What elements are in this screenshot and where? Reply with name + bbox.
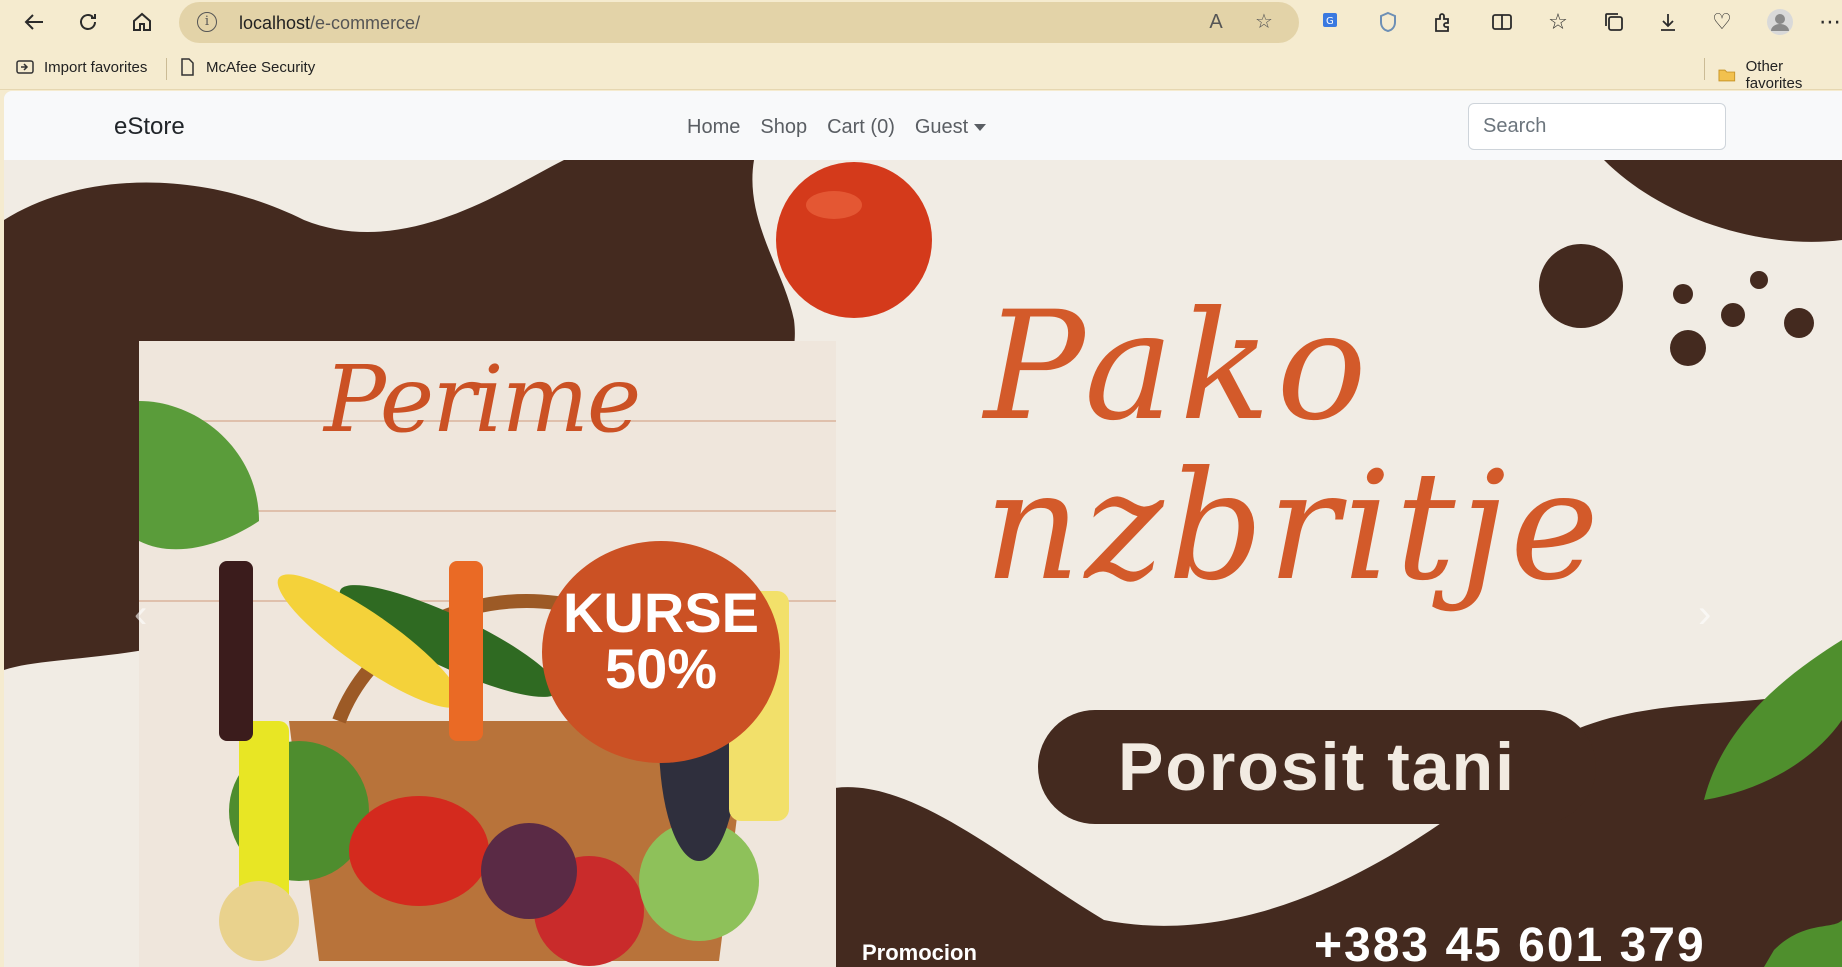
order-now-button[interactable]: Porosit tani (1038, 710, 1596, 824)
more-menu-icon[interactable]: ⋯ (1812, 6, 1842, 38)
profile-avatar[interactable] (1762, 6, 1798, 38)
nav-links: Home Shop Cart (0) Guest (687, 116, 987, 139)
url-text: localhost/e-commerce/ (239, 13, 421, 33)
favorite-star-icon[interactable]: ☆ (1251, 9, 1277, 35)
carousel-prev-icon[interactable]: ‹ (134, 592, 147, 637)
translate-icon[interactable]: G (1314, 6, 1350, 38)
navbar: eStore Home Shop Cart (0) Guest (4, 91, 1842, 160)
discount-badge: KURSE 50% (542, 541, 780, 763)
shield-icon[interactable] (1370, 6, 1406, 38)
hero-carousel: Perime KURSE 50% Pako nzbritje Porosit t… (4, 160, 1842, 967)
nav-cart-link[interactable]: Cart (0) (827, 116, 895, 139)
extensions-icon[interactable] (1425, 6, 1461, 38)
phone-number: +383 45 601 379 (1314, 919, 1706, 967)
divider (1704, 58, 1705, 80)
browser-toolbar: i localhost/e-commerce/ A ☆ G ☆ ♡ ⋯ (0, 0, 1842, 44)
promo-label: Promocion (862, 940, 977, 965)
import-icon (16, 60, 34, 74)
vegetables-poster-image: Perime KURSE 50% (139, 341, 836, 967)
brand-logo[interactable]: eStore (114, 113, 185, 141)
svg-text:G: G (1326, 16, 1334, 27)
headline-line-1: Pako (984, 280, 1373, 454)
mcafee-security-link[interactable]: McAfee Security (178, 58, 315, 76)
address-bar[interactable]: i localhost/e-commerce/ A ☆ (179, 2, 1299, 43)
other-favorites-folder[interactable]: Other favorites (1718, 58, 1842, 92)
browser-essentials-icon[interactable]: ♡ (1704, 6, 1740, 38)
read-aloud-icon[interactable]: A (1203, 9, 1229, 35)
divider (166, 58, 167, 80)
download-icon[interactable] (1650, 6, 1686, 38)
headline-line-2: nzbritje (984, 440, 1603, 614)
caret-down-icon (974, 124, 987, 132)
refresh-icon[interactable] (70, 6, 106, 38)
favorites-icon[interactable]: ☆ (1540, 6, 1576, 38)
poster-title: Perime (324, 346, 641, 453)
folder-icon (1718, 69, 1736, 82)
back-icon[interactable] (16, 6, 52, 38)
guest-label: Guest (914, 116, 969, 138)
carousel-next-icon[interactable]: › (1698, 592, 1711, 637)
badge-line-1: KURSE (562, 581, 760, 644)
tomato-image (776, 162, 932, 318)
badge-line-2: 50% (604, 637, 718, 700)
nav-home-link[interactable]: Home (687, 116, 740, 139)
import-favorites-link[interactable]: Import favorites (16, 58, 147, 76)
site-info-icon[interactable]: i (197, 12, 217, 32)
nav-guest-dropdown[interactable]: Guest (914, 116, 987, 139)
favorites-bar: Import favorites McAfee Security Other f… (0, 46, 1842, 92)
search-input[interactable] (1468, 103, 1726, 150)
home-icon[interactable] (124, 6, 160, 38)
page-icon (181, 58, 194, 76)
page-viewport: eStore Home Shop Cart (0) Guest Search P… (4, 91, 1842, 967)
collections-icon[interactable] (1596, 6, 1632, 38)
nav-shop-link[interactable]: Shop (760, 116, 807, 139)
split-screen-icon[interactable] (1484, 6, 1520, 38)
